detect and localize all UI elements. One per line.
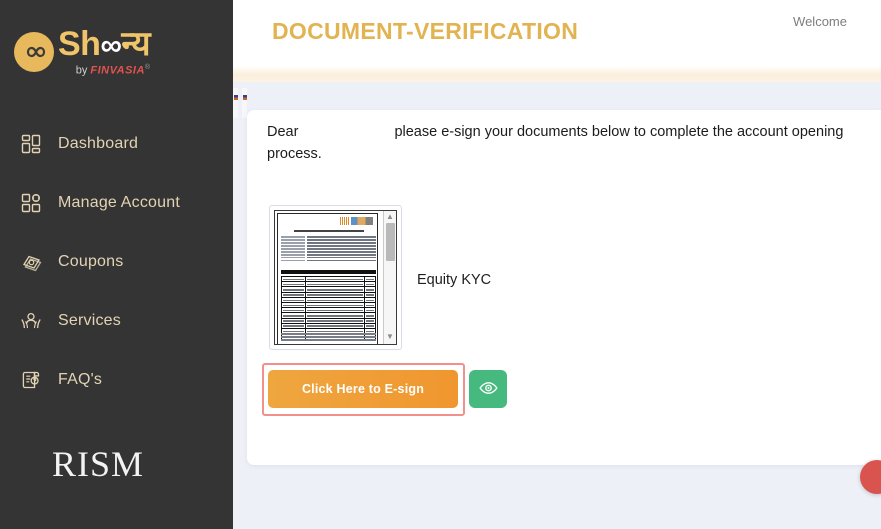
welcome-label: Welcome xyxy=(793,14,847,29)
document-table xyxy=(281,276,376,341)
document-footer-text xyxy=(281,333,376,342)
view-document-button[interactable] xyxy=(469,370,507,408)
coupons-icon xyxy=(18,249,44,275)
broker-logo-icon xyxy=(351,217,373,225)
document-title-line xyxy=(294,230,364,232)
header-accent-strip xyxy=(233,66,881,82)
sidebar-item-dashboard[interactable]: Dashboard xyxy=(0,122,233,166)
brand-logo[interactable]: Sh∞न्य by FINVASIA® xyxy=(0,16,233,88)
brand-infinity-icon: ∞ xyxy=(100,29,122,63)
registered-mark-icon: ® xyxy=(144,64,151,72)
document-section-bar xyxy=(281,270,376,274)
document-field-block xyxy=(281,236,376,263)
prism-logo: RISM xyxy=(52,440,144,488)
left-edge-artifact-b xyxy=(242,88,247,118)
sidebar-item-services[interactable]: Services xyxy=(0,299,233,343)
document-page-render xyxy=(277,213,378,344)
sidebar-item-label: Manage Account xyxy=(58,194,180,211)
document-name-label: Equity KYC xyxy=(417,272,492,288)
grid-icon xyxy=(18,131,44,157)
brand-prefix: Sh xyxy=(58,25,101,64)
document-preview-frame: ▲ ▼ xyxy=(274,210,397,345)
document-verification-card: Dear please e-sign your documents below t… xyxy=(247,110,881,465)
left-edge-artifact-a xyxy=(233,88,238,118)
left-edge-marker-b xyxy=(243,95,247,100)
qr-code-icon xyxy=(340,217,349,225)
document-preview[interactable]: ▲ ▼ xyxy=(269,205,402,350)
greeting-body: please e-sign your documents below to co… xyxy=(267,124,844,162)
brand-company: FINVASIA xyxy=(90,64,145,77)
prism-logo-text: RISM xyxy=(52,444,145,484)
brand-by-label: by xyxy=(75,64,88,77)
sidebar-item-faqs[interactable]: FAQ's xyxy=(0,358,233,402)
scroll-up-icon[interactable]: ▲ xyxy=(386,213,394,221)
scroll-down-icon[interactable]: ▼ xyxy=(386,333,394,341)
greeting-prefix: Dear xyxy=(267,124,299,140)
brand-suffix: न्य xyxy=(121,25,151,64)
left-edge-marker-a xyxy=(234,95,238,100)
sidebar-item-label: Services xyxy=(58,312,121,329)
sidebar-item-label: Coupons xyxy=(58,253,124,270)
faq-icon xyxy=(18,367,44,393)
sidebar-item-label: FAQ's xyxy=(58,371,103,388)
eye-icon xyxy=(478,381,498,398)
sidebar-item-coupons[interactable]: Coupons xyxy=(0,240,233,284)
infinity-badge-icon xyxy=(14,32,54,72)
page-title: DOCUMENT-VERIFICATION xyxy=(272,18,579,44)
scrollbar-thumb[interactable] xyxy=(385,223,395,261)
sidebar: Sh∞न्य by FINVASIA® Dashboard Manage Acc… xyxy=(0,0,233,529)
manage-account-icon xyxy=(18,190,44,216)
top-header: DOCUMENT-VERIFICATION Welcome xyxy=(233,0,881,66)
app-root: Sh∞न्य by FINVASIA® Dashboard Manage Acc… xyxy=(0,0,881,529)
document-scrollbar[interactable]: ▲ ▼ xyxy=(383,211,396,344)
brand-subtitle: by FINVASIA® xyxy=(58,64,150,77)
esign-button[interactable]: Click Here to E-sign xyxy=(268,370,458,408)
brand-wordmark: Sh∞न्य by FINVASIA® xyxy=(58,25,151,77)
document-header-logos-icon xyxy=(340,217,373,225)
sidebar-nav: Dashboard Manage Account Coupons Service… xyxy=(0,122,233,417)
services-icon xyxy=(18,308,44,334)
greeting-text: Dear please e-sign your documents below t… xyxy=(267,121,881,165)
sidebar-item-manage-account[interactable]: Manage Account xyxy=(0,181,233,225)
sidebar-item-label: Dashboard xyxy=(58,135,139,152)
